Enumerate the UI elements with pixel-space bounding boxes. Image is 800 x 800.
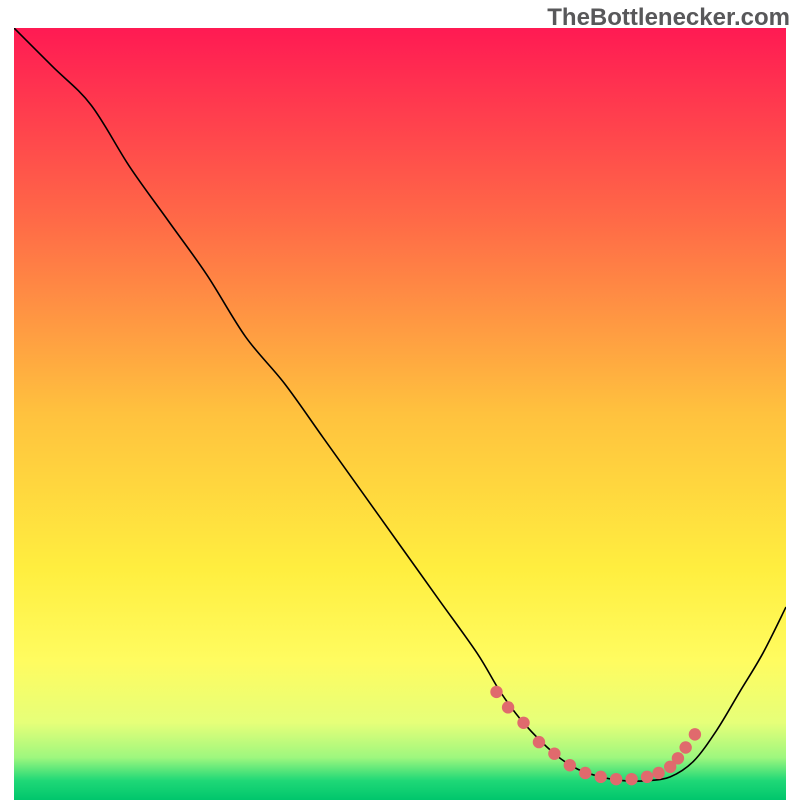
highlight-dot	[564, 759, 576, 771]
highlight-dot	[641, 771, 653, 783]
highlight-dot	[652, 767, 664, 779]
highlight-dot	[610, 773, 622, 785]
highlight-dot	[595, 771, 607, 783]
highlight-dot	[502, 701, 514, 713]
highlight-dot	[689, 728, 701, 740]
highlight-dot	[548, 747, 560, 759]
chart-container: TheBottlenecker.com	[0, 0, 800, 800]
bottleneck-chart	[14, 28, 786, 800]
highlight-dot	[579, 767, 591, 779]
highlight-dot	[517, 717, 529, 729]
plot-area	[14, 28, 786, 800]
highlight-dot	[533, 736, 545, 748]
gradient-background	[14, 28, 786, 800]
highlight-dot	[625, 773, 637, 785]
highlight-dot	[679, 741, 691, 753]
highlight-dot	[490, 686, 502, 698]
highlight-dot	[672, 752, 684, 764]
